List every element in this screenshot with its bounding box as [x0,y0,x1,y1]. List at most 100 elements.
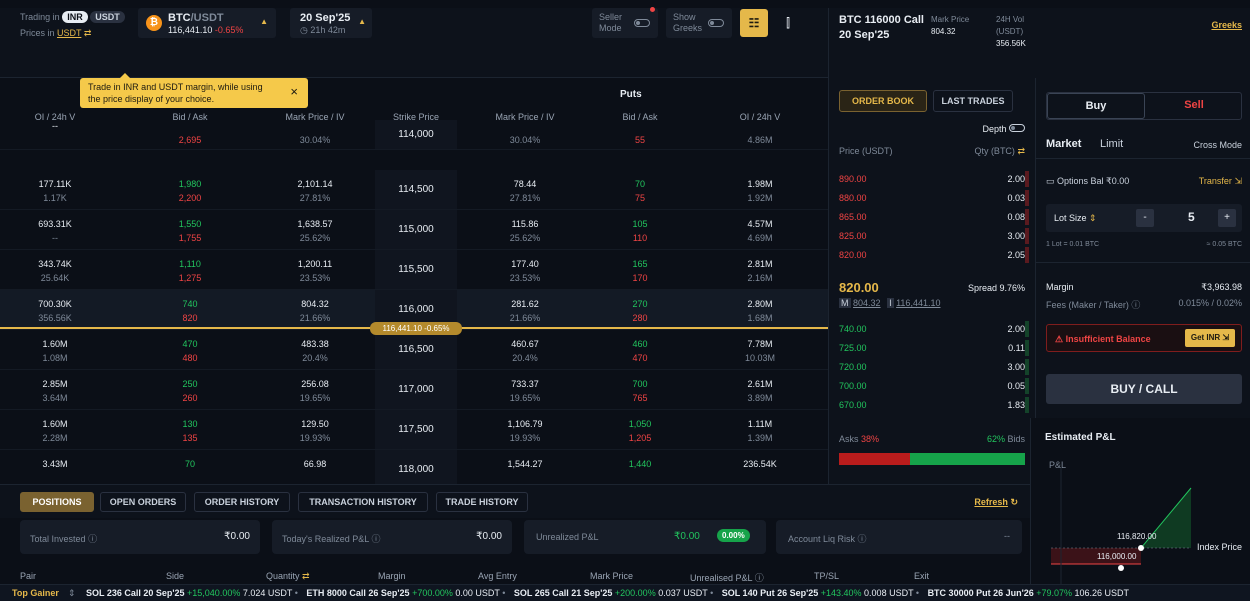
put-bid-ask-top[interactable]: 1,050 [600,419,680,429]
lot-size-input[interactable]: Lot Size ⇕ - 5 + [1046,204,1242,232]
lot-decrement-button[interactable]: - [1136,209,1154,227]
depth-switch[interactable] [1009,124,1025,132]
call-bid-ask-top[interactable]: 1,110 [150,259,230,269]
show-greeks-switch[interactable] [708,19,724,27]
chain-row[interactable]: 115,000 693.31K -- 1,550 1,755 1,638.57 25.62%… [0,210,828,250]
book-price[interactable]: 725.00 [839,343,867,353]
put-bid-ask-bottom[interactable]: 1,205 [600,433,680,443]
ticker-item[interactable]: SOL 236 Call 20 Sep'25 +15,040.00% 7.024… [86,588,300,598]
tab-positions[interactable]: POSITIONS [20,492,94,512]
call-bid-ask-bottom[interactable]: 820 [150,313,230,323]
lot-increment-button[interactable]: + [1218,209,1236,227]
call-bid-ask-top[interactable]: 130 [150,419,230,429]
transfer-link[interactable]: Transfer ⇲ [1199,176,1242,187]
book-price[interactable]: 880.00 [839,193,867,203]
ticker-item[interactable]: BTC 30000 Put 26 Jun'26 +79.07% 106.26 U… [928,588,1130,598]
col-tpsl: TP/SL [814,571,840,581]
call-bid-ask-bottom[interactable]: 135 [150,433,230,443]
put-bid-ask-bottom[interactable]: 170 [600,273,680,283]
put-mark-iv-top: 78.44 [513,179,537,189]
put-mark-iv-top: 281.62 [511,299,539,309]
ticker-item[interactable]: ETH 8000 Call 26 Sep'25 +700.00% 0.00 US… [306,588,508,598]
get-inr-button[interactable]: Get INR ⇲ [1185,329,1235,347]
book-price[interactable]: 720.00 [839,362,867,372]
put-bid-ask-top[interactable]: 105 [600,219,680,229]
book-price[interactable]: 670.00 [839,400,867,410]
chain-row[interactable]: 117,500 1.60M 2.28M 130 135 129.50 19.93% 1,106… [0,410,828,450]
chain-row[interactable]: 115,500 343.74K 25.64K 1,110 1,275 1,200.11 23… [0,250,828,290]
seller-mode-toggle[interactable]: Seller Mode [592,7,658,38]
ticker-item[interactable]: SOL 265 Call 21 Sep'25 +200.00% 0.037 US… [514,588,716,598]
put-bid-ask-bottom[interactable]: 55 [600,135,680,145]
call-bid-ask-top[interactable]: 740 [150,299,230,309]
call-bid-ask-top[interactable]: 1,980 [150,179,230,189]
tab-last-trades[interactable]: LAST TRADES [933,90,1013,112]
call-bid-ask-bottom[interactable]: 1,275 [150,273,230,283]
call-bid-ask-bottom[interactable]: 2,200 [150,193,230,203]
put-bid-ask-top[interactable]: 460 [600,339,680,349]
put-bid-ask-top[interactable]: 270 [600,299,680,309]
buy-call-button[interactable]: BUY / CALL [1046,374,1242,404]
chain-row[interactable]: 116,500 1.60M 1.08M 470 480 483.38 20.4% 460.67… [0,330,828,370]
pair-selector[interactable]: ₿ BTC/USDT 116,441.10 -0.65% ▲ [138,8,276,38]
call-bid-ask-top[interactable]: 470 [150,339,230,349]
tab-trade-history[interactable]: TRADE HISTORY [436,492,528,512]
ticker-item[interactable]: SOL 140 Put 26 Sep'25 +143.40% 0.008 USD… [722,588,922,598]
chain-row[interactable]: 117,000 2.85M 3.64M 250 260 256.08 19.65% 733.3… [0,370,828,410]
book-price[interactable]: 700.00 [839,381,867,391]
tab-order-book[interactable]: ORDER BOOK [839,90,927,112]
seller-mode-switch[interactable] [634,19,650,27]
call-bid-ask-bottom[interactable]: 480 [150,353,230,363]
tab-open-orders[interactable]: OPEN ORDERS [100,492,186,512]
tab-order-history[interactable]: ORDER HISTORY [194,492,290,512]
book-price[interactable]: 890.00 [839,174,867,184]
pair-name: BTC/USDT [168,12,224,24]
call-bid-ask-top[interactable]: 250 [150,379,230,389]
book-price[interactable]: 740.00 [839,324,867,334]
put-bid-ask-bottom[interactable]: 110 [600,233,680,243]
put-bid-ask-top[interactable]: 700 [600,379,680,389]
show-greeks-toggle[interactable]: Show Greeks [666,8,732,38]
sell-tab[interactable]: Sell [1145,93,1243,119]
book-price[interactable]: 825.00 [839,231,867,241]
col-avg-entry: Avg Entry [478,571,517,581]
put-bid-ask-bottom[interactable]: 765 [600,393,680,403]
chain-row[interactable]: 114,500 177.11K 1.17K 1,980 2,200 2,101.14 27.… [0,170,828,210]
market-tab[interactable]: Market [1046,138,1081,150]
swap-qty-icon[interactable]: ⇄ [1017,146,1025,156]
call-bid-ask-bottom[interactable]: 260 [150,393,230,403]
lot-value[interactable]: 5 [1188,210,1195,224]
refresh-button[interactable]: Refresh ↻ [974,497,1018,508]
call-bid-ask-top[interactable]: 70 [150,459,230,469]
prices-in-currency-link[interactable]: USDT [57,28,81,38]
call-mark-iv-top: 483.38 [301,339,329,349]
limit-tab[interactable]: Limit [1100,138,1123,150]
cross-mode-button[interactable]: Cross Mode [1193,140,1242,150]
put-bid-ask-top[interactable]: 165 [600,259,680,269]
call-bid-ask-bottom[interactable]: 2,695 [150,135,230,145]
expiry-selector[interactable]: 20 Sep'25 ◷ 21h 42m ▲ [290,8,372,38]
table-view-icon[interactable]: ☷ [740,9,768,37]
book-price[interactable]: 865.00 [839,212,867,222]
put-bid-ask-top[interactable]: 1,440 [600,459,680,469]
call-bid-ask-bottom[interactable]: 1,755 [150,233,230,243]
chart-view-icon[interactable]: ⫿ [776,9,800,37]
tab-transaction-history[interactable]: TRANSACTION HISTORY [298,492,428,512]
currency-usdt-toggle[interactable]: USDT [90,11,125,23]
put-bid-ask-bottom[interactable]: 280 [600,313,680,323]
put-bid-ask-top[interactable]: 70 [600,179,680,189]
chain-row[interactable]: 114,000 -- 2,695 30.04% 30.04% 55 4.86M [0,120,828,150]
call-bid-ask-top[interactable]: 1,550 [150,219,230,229]
col-unrealised-row: Unrealised P&L ⓘ [690,573,764,583]
info-icon: ⓘ [1131,300,1141,310]
currency-inr-toggle[interactable]: INR [62,11,88,23]
greeks-link[interactable]: Greeks [1211,20,1242,30]
put-bid-ask-bottom[interactable]: 75 [600,193,680,203]
ticker-toggle-icon[interactable]: ⇕ [68,588,76,599]
buy-tab[interactable]: Buy [1047,93,1145,119]
book-price[interactable]: 820.00 [839,250,867,260]
close-icon[interactable]: × [290,85,298,98]
chain-row[interactable]: 118,000 3.43M 70 66.98 1,544.27 1,440 236.54K [0,450,828,484]
swap-icon[interactable]: ⇄ [84,28,92,38]
put-bid-ask-bottom[interactable]: 470 [600,353,680,363]
